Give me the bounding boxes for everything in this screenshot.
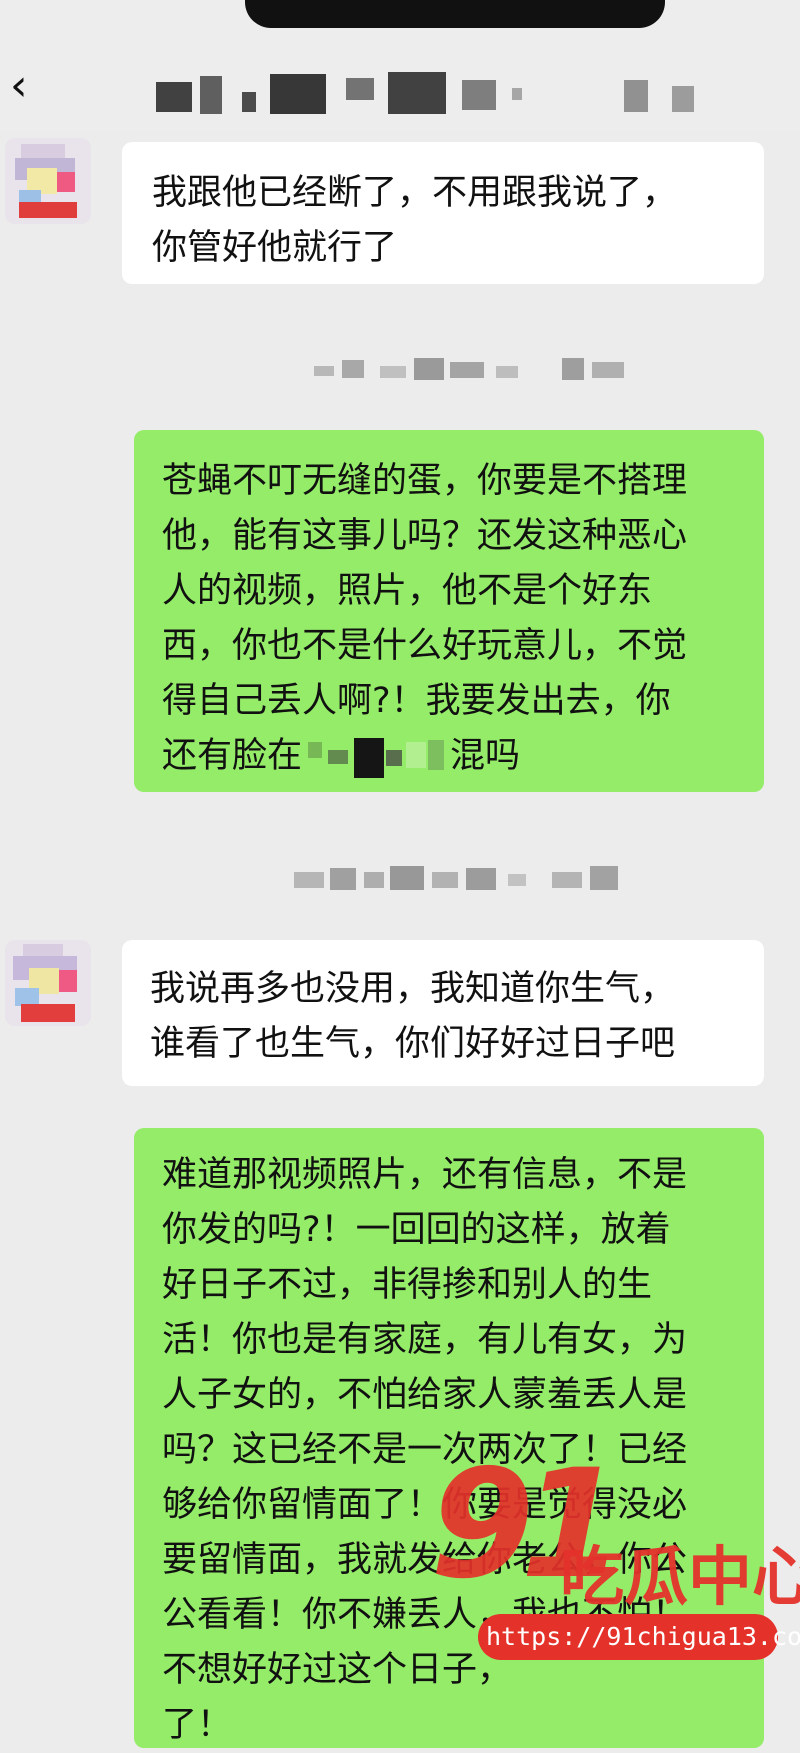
message-line: 了！ (162, 1705, 233, 1745)
message-fragment: 混吗 (450, 736, 521, 776)
message-line: 活！你也是有家庭，有儿有女，为 (162, 1320, 688, 1360)
contact-avatar[interactable] (5, 940, 91, 1026)
timestamp-blurred (300, 352, 640, 392)
message-bubble-outgoing[interactable]: 苍蝇不叮无缝的蛋，你要是不搭理 他，能有这事儿吗？还发这种恶心 人的视频，照片，… (134, 430, 764, 792)
message-line: 他，能有这事儿吗？还发这种恶心 (162, 516, 688, 556)
blurred-place-name (302, 732, 450, 782)
chat-header: ‹ (0, 0, 800, 130)
message-fragment: 还有脸在 (162, 736, 303, 776)
message-line: 好日子不过，非得掺和别人的生 (162, 1265, 653, 1305)
message-line: 你发的吗?！一回回的这样，放着 (162, 1210, 671, 1250)
message-line: 得自己丢人啊?！我要发出去，你 (162, 681, 671, 721)
message-line: 西，你也不是什么好玩意儿，不觉 (162, 626, 688, 666)
message-line: 难道那视频照片，还有信息，不是 (162, 1155, 688, 1195)
message-line: 我说再多也没用，我知道你生气， (150, 969, 676, 1009)
message-line: 你管好他就行了 (152, 228, 398, 268)
back-button[interactable]: ‹ (10, 58, 50, 114)
message-bubble-incoming[interactable]: 我说再多也没用，我知道你生气， 谁看了也生气，你们好好过日子吧 (122, 940, 764, 1086)
message-line: 谁看了也生气，你们好好过日子吧 (150, 1024, 676, 1064)
watermark-logo-digits: 91 (430, 1438, 625, 1612)
message-line: 苍蝇不叮无缝的蛋，你要是不搭理 (162, 461, 688, 501)
message-line: 人的视频，照片，他不是个好东 (162, 571, 653, 611)
chevron-left-icon: ‹ (10, 60, 28, 111)
message-bubble-incoming[interactable]: 我跟他已经断了，不用跟我说了， 你管好他就行了 (122, 142, 764, 284)
watermark-site-name: 吃瓜中心 (560, 1541, 800, 1615)
message-line: 人子女的，不怕给家人蒙羞丢人是 (162, 1375, 688, 1415)
camera-notch (245, 0, 665, 28)
watermark-url: https://91chigua13.com (486, 1622, 800, 1651)
timestamp-blurred (290, 860, 650, 900)
message-line-last: 还有脸在 混吗 (162, 729, 764, 784)
chat-title-blurred (150, 70, 760, 118)
message-line: 我跟他已经断了，不用跟我说了， (152, 173, 678, 213)
contact-avatar[interactable] (5, 138, 91, 224)
